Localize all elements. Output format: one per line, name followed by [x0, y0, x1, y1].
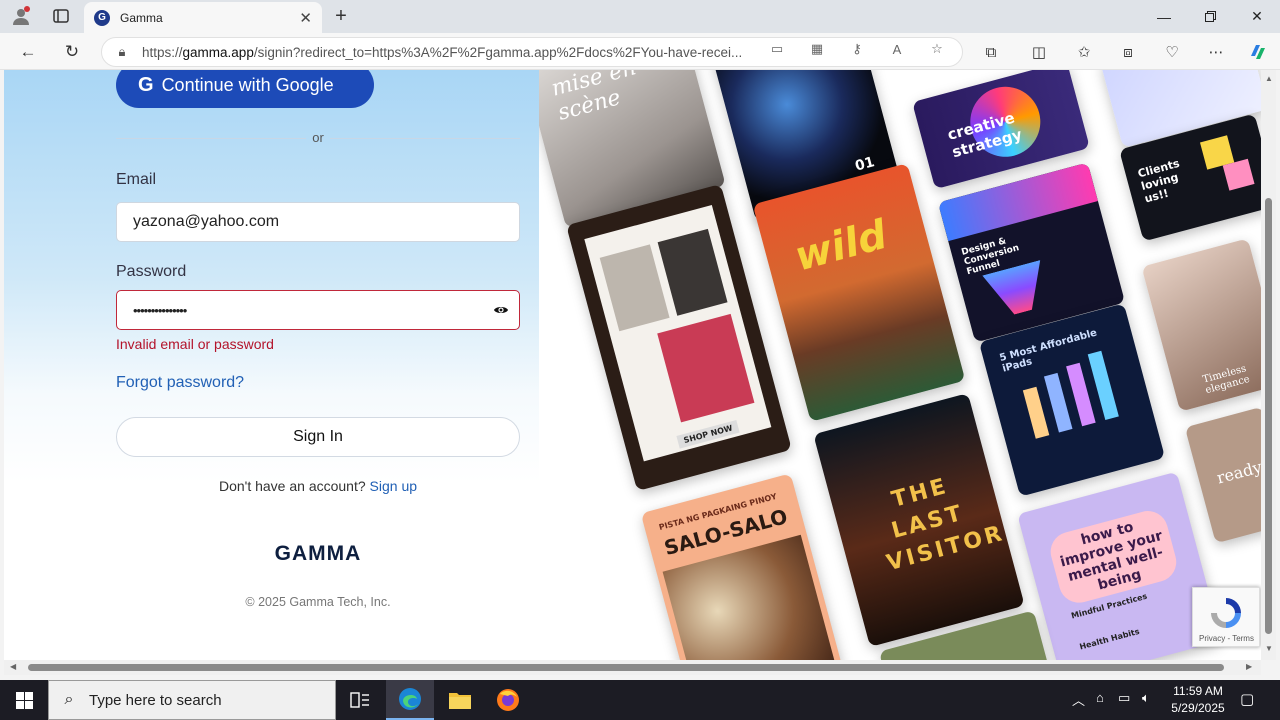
password-label: Password	[116, 263, 187, 280]
system-clock[interactable]: 11:59 AM 5/29/2025	[1160, 683, 1236, 717]
meeting-icon[interactable]: ⌂	[1096, 690, 1104, 705]
template-gallery: mise en scène 01 creative strategy SHOP …	[539, 70, 1261, 660]
card-last-visitor: THE LAST VISITOR	[813, 393, 1025, 647]
windows-logo-icon	[15, 691, 33, 709]
copilot-icon[interactable]	[1246, 42, 1270, 62]
performance-icon[interactable]: ♡	[1160, 42, 1184, 62]
edge-taskbar-icon[interactable]	[386, 680, 434, 720]
divider-left	[116, 138, 306, 139]
new-tab-icon[interactable]: +	[328, 4, 354, 28]
page-viewport: G Continue with Google or Email yazona@y…	[4, 70, 1261, 660]
signin-panel: G Continue with Google or Email yazona@y…	[4, 70, 564, 660]
divider-right	[330, 138, 520, 139]
card-salo-salo: PISTA NG PAGKAING PINOY SALO-SALO	[640, 473, 843, 660]
profile-icon[interactable]	[8, 4, 34, 28]
file-explorer-icon[interactable]	[436, 680, 484, 720]
google-button-label: Continue with Google	[161, 74, 334, 95]
back-icon[interactable]: ←	[14, 38, 42, 66]
url-text: https://gamma.app/signin?redirect_to=htt…	[142, 44, 743, 60]
horizontal-scrollbar[interactable]: ◀ ▶	[4, 660, 1261, 675]
start-button[interactable]	[0, 680, 48, 720]
forgot-password-link[interactable]: Forgot password?	[116, 374, 244, 392]
copyright-text: © 2025 Gamma Tech, Inc.	[245, 595, 391, 609]
card-ready: ready	[1184, 406, 1261, 544]
signup-row: Don't have an account? Sign up	[116, 478, 520, 494]
password-value: •••••••••••••••	[133, 302, 187, 318]
taskbar-search[interactable]: ⌕ Type here to search	[48, 680, 336, 720]
address-bar[interactable]: 🔒︎ https://gamma.app/signin?redirect_to=…	[101, 37, 963, 67]
close-tab-icon[interactable]: ✕	[299, 9, 312, 27]
tab-gamma[interactable]: G Gamma ✕	[84, 2, 322, 33]
extensions-icon[interactable]: ⧉	[979, 42, 1003, 62]
minimize-icon[interactable]: —	[1141, 0, 1187, 33]
no-account-text: Don't have an account?	[218, 478, 366, 494]
horizontal-scroll-thumb[interactable]	[28, 664, 1224, 671]
collections-icon[interactable]: ⧈	[1116, 42, 1140, 62]
cast-icon[interactable]: ▭	[766, 40, 788, 58]
restore-icon[interactable]	[1187, 0, 1233, 33]
recaptcha-text[interactable]: Privacy - Terms	[1199, 634, 1254, 643]
sign-in-button[interactable]: Sign In	[116, 417, 520, 457]
volume-icon[interactable]: 🔈︎	[1142, 690, 1150, 706]
show-password-eye-icon[interactable]	[493, 302, 509, 318]
search-icon: ⌕	[64, 691, 74, 708]
vertical-scroll-thumb[interactable]	[1265, 198, 1272, 634]
lock-icon[interactable]: 🔒︎	[102, 44, 142, 60]
apps-icon[interactable]: ▦	[806, 40, 828, 58]
favorites-icon[interactable]: ✩	[1072, 42, 1096, 62]
task-view-icon[interactable]	[336, 680, 384, 720]
tab-actions-icon[interactable]	[48, 4, 74, 28]
firefox-icon[interactable]	[484, 680, 532, 720]
google-icon: G	[138, 73, 154, 96]
gamma-favicon-icon: G	[94, 9, 110, 26]
card-fashion: SHOP NOW	[566, 183, 792, 492]
clock-time: 11:59 AM	[1173, 684, 1223, 698]
recaptcha-icon	[1211, 598, 1241, 628]
tab-title: Gamma	[120, 10, 163, 25]
card-wild: wild	[752, 163, 966, 422]
scroll-down-icon[interactable]: ▼	[1265, 644, 1273, 653]
email-value: yazona@yahoo.com	[133, 213, 280, 230]
network-icon[interactable]: ▭	[1118, 690, 1130, 706]
more-menu-icon[interactable]: ⋯	[1204, 42, 1228, 62]
search-placeholder: Type here to search	[89, 691, 222, 709]
browser-toolbar: ← ↻ 🔒︎ https://gamma.app/signin?redirect…	[0, 33, 1280, 70]
recaptcha-widget[interactable]: Privacy - Terms	[1192, 587, 1260, 647]
email-field[interactable]: yazona@yahoo.com	[116, 202, 520, 242]
favorite-star-icon[interactable]: ☆	[926, 40, 948, 58]
gamma-logo: GAMMA	[274, 542, 362, 565]
scroll-up-icon[interactable]: ▲	[1265, 74, 1273, 83]
email-label: Email	[116, 171, 157, 188]
split-screen-icon[interactable]: ◫	[1027, 42, 1051, 62]
scroll-right-icon[interactable]: ▶	[1246, 662, 1252, 671]
browser-tab-bar: G Gamma ✕ + — ✕	[0, 0, 1280, 33]
card-timeless: Timeless elegance	[1141, 238, 1261, 412]
clock-date: 5/29/2025	[1171, 701, 1225, 715]
continue-with-google-button[interactable]: G Continue with Google	[116, 70, 374, 108]
key-icon[interactable]: ⚷	[846, 40, 868, 58]
vertical-scrollbar[interactable]: ▲ ▼	[1261, 70, 1276, 660]
error-message: Invalid email or password	[116, 336, 274, 352]
or-divider-text: or	[312, 130, 324, 145]
read-aloud-icon[interactable]: A	[886, 40, 908, 58]
scroll-left-icon[interactable]: ◀	[10, 662, 16, 671]
close-window-icon[interactable]: ✕	[1234, 0, 1280, 33]
notifications-icon[interactable]: ▢	[1240, 690, 1254, 708]
refresh-icon[interactable]: ↻	[58, 38, 86, 66]
windows-taskbar: ⌕ Type here to search ︿ ⌂ ▭ 🔈︎ 11:59 AM …	[0, 680, 1280, 720]
password-field[interactable]: •••••••••••••••	[116, 290, 520, 330]
tray-chevron-icon[interactable]: ︿	[1072, 690, 1085, 709]
sign-up-link[interactable]: Sign up	[370, 478, 417, 494]
